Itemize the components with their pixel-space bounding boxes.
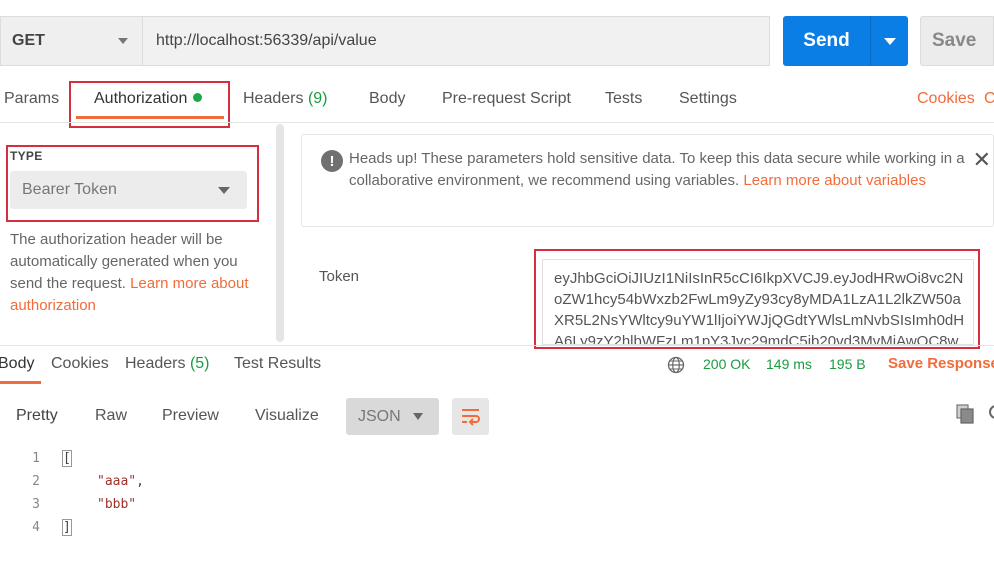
code-link[interactable]: C [984,90,994,108]
tabs-divider [0,122,994,123]
code-close-bracket: ] [62,519,72,536]
highlight-auth-type [6,145,259,222]
json-string: "bbb" [97,497,137,512]
info-icon: ! [321,150,343,172]
tab-params[interactable]: Params [4,90,59,108]
chevron-down-icon [118,38,128,44]
wrap-lines-icon [462,409,480,426]
token-label: Token [319,268,360,285]
code-comma: , [136,474,144,489]
status-code[interactable]: 200 OK [703,356,750,372]
response-time[interactable]: 149 ms [766,356,812,372]
response-tab-test-results[interactable]: Test Results [234,355,321,373]
tab-headers[interactable]: Headers (9) [243,90,328,108]
pretty-button[interactable]: Pretty [16,407,58,425]
save-button[interactable]: Save [920,16,994,66]
globe-icon[interactable] [667,356,685,374]
language-value: JSON [358,407,401,425]
save-response-button[interactable]: Save Response [888,355,994,372]
url-value: http://localhost:56339/api/value [156,32,377,49]
preview-button[interactable]: Preview [162,407,219,425]
response-active-tab-indicator [0,381,41,384]
method-select[interactable]: GET [0,16,142,66]
code-line-3: "bbb" [97,497,136,512]
tab-headers-count: (9) [307,90,328,107]
raw-button[interactable]: Raw [95,407,127,425]
line-number: 3 [32,497,40,512]
highlight-authorization-tab [69,81,230,128]
visualize-button[interactable]: Visualize [255,407,319,425]
search-icon[interactable] [987,404,994,424]
copy-icon[interactable] [956,404,974,424]
line-number: 2 [32,474,40,489]
language-select[interactable]: JSON [346,398,439,435]
response-tab-body[interactable]: Body [0,355,34,373]
sensitive-data-banner: ! Heads up! These parameters hold sensit… [301,134,994,227]
json-string: "aaa" [97,474,137,489]
auth-description: The authorization header will be automat… [10,229,250,317]
code-open-bracket: [ [62,450,72,467]
line-number: 1 [32,451,40,466]
url-input[interactable]: http://localhost:56339/api/value [142,16,770,66]
method-label: GET [12,32,45,49]
response-size[interactable]: 195 B [829,356,866,372]
learn-more-variables-link[interactable]: Learn more about variables [743,172,926,189]
banner-text: Heads up! These parameters hold sensitiv… [349,148,974,192]
response-tab-cookies[interactable]: Cookies [51,355,109,373]
tab-headers-label: Headers [243,90,304,107]
left-panel-scrollbar[interactable] [276,124,284,342]
highlight-token-field [534,249,980,349]
pane-divider[interactable] [0,345,994,346]
tab-pre-request-script[interactable]: Pre-request Script [442,90,571,108]
code-line-2: "aaa", [97,474,144,489]
cookies-link[interactable]: Cookies [917,90,975,108]
tab-body[interactable]: Body [369,90,405,108]
response-tab-headers-label: Headers [125,355,186,372]
response-tab-headers[interactable]: Headers (5) [125,355,210,373]
response-headers-count: (5) [189,355,210,372]
close-icon[interactable]: ✕ [973,147,991,173]
line-number: 4 [32,520,40,535]
tab-tests[interactable]: Tests [605,90,642,108]
chevron-down-icon [413,413,423,420]
send-button[interactable]: Send [783,16,870,66]
tab-settings[interactable]: Settings [679,90,737,108]
send-options-chevron-icon[interactable] [870,16,908,66]
wrap-lines-button[interactable] [452,398,489,435]
